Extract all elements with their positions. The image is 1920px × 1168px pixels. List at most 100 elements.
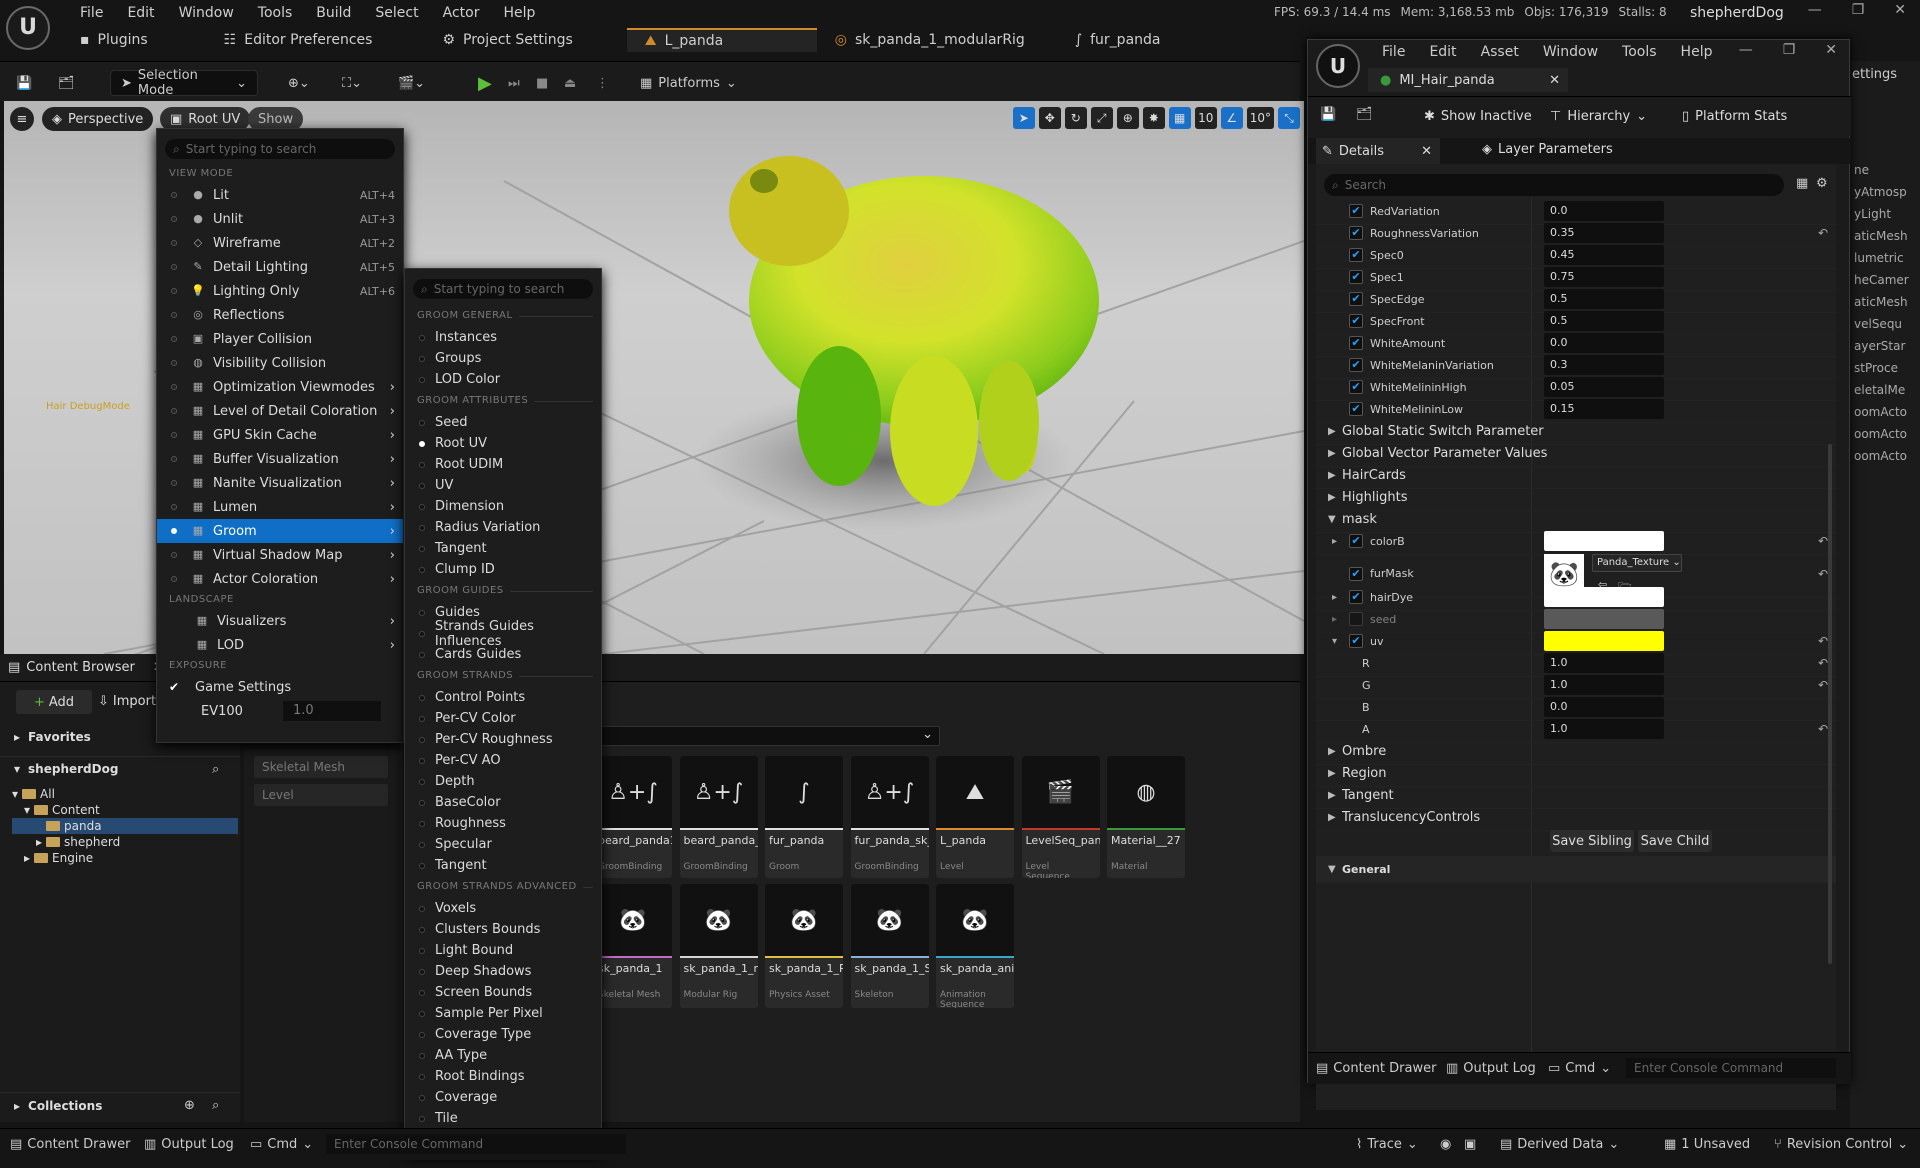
reset-icon[interactable]: ↶	[1818, 534, 1828, 548]
chevron-right-icon[interactable]: ▸	[1332, 592, 1337, 603]
outliner-row-partial[interactable]: stProce	[1854, 361, 1909, 383]
tab-fur-panda[interactable]: ∫ fur_panda	[1057, 28, 1179, 52]
unreal-logo-icon[interactable]: U	[6, 6, 50, 50]
play-icon[interactable]: ▶	[478, 70, 492, 96]
reset-icon[interactable]: ↶	[1818, 226, 1828, 240]
groom-item-root-udim[interactable]: Root UDIM	[405, 454, 601, 475]
groom-item-sample-per-pixel[interactable]: Sample Per Pixel	[405, 1003, 601, 1024]
asset-tile[interactable]: 🐼 sk_panda_1 Skeletal Mesh	[594, 884, 672, 1008]
groom-item-strands-guides-influences[interactable]: Strands Guides Influences	[405, 619, 601, 649]
param-value-input[interactable]: 0.0	[1544, 333, 1664, 353]
groom-item-tangent[interactable]: Tangent	[405, 855, 601, 876]
menu-select[interactable]: Select	[363, 3, 430, 23]
path-dropdown[interactable]: ⌄	[600, 726, 940, 746]
checkbox-checked-icon[interactable]: ✔	[1349, 336, 1363, 350]
menu-item-detail-lighting[interactable]: ✎ Detail Lighting ALT+5	[157, 255, 403, 279]
param-value-input[interactable]: 0.5	[1544, 289, 1664, 309]
favorites-section[interactable]: ▸ Favorites	[14, 730, 91, 744]
outliner-row-partial[interactable]: yLight	[1854, 207, 1909, 229]
menu-item-visualizers[interactable]: ▦ Visualizers ›	[157, 609, 403, 633]
menu-item-player-collision[interactable]: ▣ Player Collision	[157, 327, 403, 351]
groom-item-clump-id[interactable]: Clump ID	[405, 559, 601, 580]
asset-tile[interactable]: 🐼 sk_panda_1_Skeleton Skeleton	[850, 884, 929, 1008]
minimize-icon[interactable]: —	[1808, 2, 1822, 18]
reset-icon[interactable]: ↶	[1818, 634, 1828, 648]
asset-tile[interactable]: ⛰ L_panda Level	[936, 756, 1014, 878]
groom-item-per-cv-roughness[interactable]: Per-CV Roughness	[405, 729, 601, 750]
collections-section[interactable]: ▸ Collections	[14, 1099, 102, 1113]
reset-icon[interactable]: ↶	[1818, 678, 1828, 692]
console-input[interactable]: Enter Console Command	[1626, 1058, 1836, 1078]
asset-tile[interactable]: ∫ fur_panda Groom	[765, 756, 843, 878]
menu-tools[interactable]: Tools	[246, 3, 305, 23]
asset-tile[interactable]: 🎬 LevelSeq_panda Level Sequence	[1021, 756, 1100, 878]
groom-search[interactable]: ⌕ Start typing to search	[413, 279, 593, 299]
grid-snap-icon[interactable]: ▦	[1168, 107, 1191, 129]
tab-l-panda[interactable]: ⛰ L_panda	[626, 28, 817, 52]
menu-item-lod[interactable]: ▦ LOD ›	[157, 633, 403, 657]
menu-item-optimization-viewmodes[interactable]: ▦ Optimization Viewmodes ›	[157, 375, 403, 399]
rotation-snap-value[interactable]: 10°	[1246, 107, 1274, 129]
unsaved-button[interactable]: ▦ 1 Unsaved	[1664, 1137, 1750, 1152]
viewport-menu-icon[interactable]: ≡	[10, 107, 34, 131]
menu-item-lighting-only[interactable]: 💡 Lighting Only ALT+6	[157, 279, 403, 303]
platform-stats-button[interactable]: ▯ Platform Stats	[1682, 109, 1787, 124]
groom-item-lod-color[interactable]: LOD Color	[405, 369, 601, 390]
close-tab-icon[interactable]: ✕	[1421, 144, 1432, 159]
checkbox-checked-icon[interactable]: ✔	[1349, 634, 1363, 648]
rotation-snap-icon[interactable]: ∠	[1220, 107, 1243, 129]
outliner-row-partial[interactable]: ne	[1854, 163, 1909, 185]
param-value-input[interactable]: 0.3	[1544, 355, 1664, 375]
save-icon[interactable]: 💾	[1320, 107, 1336, 122]
outliner-row-partial[interactable]: velSequ	[1854, 317, 1909, 339]
checkbox-checked-icon[interactable]: ✔	[1349, 358, 1363, 372]
menu-item-buffer-visualization[interactable]: ▦ Buffer Visualization ›	[157, 447, 403, 471]
tree-item-engine[interactable]: ▸ Engine	[12, 850, 238, 866]
output-log-button[interactable]: ▥ Output Log	[1446, 1061, 1536, 1076]
grid-snap-value[interactable]: 10	[1194, 107, 1217, 129]
checkbox-checked-icon[interactable]: ✔	[1349, 292, 1363, 306]
show-inactive-button[interactable]: ✱ Show Inactive	[1424, 109, 1532, 124]
menu-tools[interactable]: Tools	[1610, 42, 1669, 62]
checkbox-checked-icon[interactable]: ✔	[1349, 270, 1363, 284]
perspective-button[interactable]: ◈ Perspective	[42, 107, 154, 131]
menu-edit[interactable]: Edit	[115, 3, 166, 23]
menu-item-lumen[interactable]: ▦ Lumen ›	[157, 495, 403, 519]
tree-item-shepherd[interactable]: ▸ shepherd	[12, 834, 238, 850]
tab-editor-preferences[interactable]: ☷ Editor Preferences	[206, 28, 391, 52]
groom-item-dimension[interactable]: Dimension	[405, 496, 601, 517]
outliner-row-partial[interactable]: oomActo	[1854, 427, 1909, 449]
world-space-icon[interactable]: ⊕	[1116, 107, 1139, 129]
details-search[interactable]: ⌕ Search	[1324, 174, 1784, 196]
chevron-down-icon[interactable]: ▾	[1332, 636, 1337, 647]
save-icon[interactable]: 💾	[16, 70, 32, 96]
eject-icon[interactable]: ⏏	[564, 70, 576, 96]
groom-item-instances[interactable]: Instances	[405, 327, 601, 348]
reset-icon[interactable]: ↶	[1818, 656, 1828, 670]
translate-tool-icon[interactable]: ✥	[1038, 107, 1061, 129]
output-log-button[interactable]: ▥ Output Log	[144, 1137, 234, 1152]
revision-control-button[interactable]: ⑂ Revision Control ⌄	[1774, 1137, 1908, 1152]
param-value-input[interactable]: 0.05	[1544, 377, 1664, 397]
groom-item-root-uv[interactable]: Root UV	[405, 433, 601, 454]
rotate-tool-icon[interactable]: ↻	[1064, 107, 1087, 129]
content-browser-tab[interactable]: ▤Content Browser✕	[8, 660, 164, 675]
menu-item-nanite-visualization[interactable]: ▦ Nanite Visualization ›	[157, 471, 403, 495]
chevron-right-icon[interactable]: ▸	[1332, 536, 1337, 547]
restore-icon[interactable]: ❐	[1783, 42, 1796, 58]
menu-file[interactable]: File	[68, 3, 115, 23]
checkbox-checked-icon[interactable]: ✔	[1349, 402, 1363, 416]
groom-item-control-points[interactable]: Control Points	[405, 687, 601, 708]
reset-icon[interactable]: ↶	[1818, 567, 1828, 581]
search-icon[interactable]: ⌕	[212, 1098, 219, 1113]
groom-item-voxels[interactable]: Voxels	[405, 898, 601, 919]
ev100-input[interactable]: 1.0	[283, 701, 381, 721]
menu-edit[interactable]: Edit	[1417, 42, 1468, 62]
groom-item-specular[interactable]: Specular	[405, 834, 601, 855]
trace-button[interactable]: ⌇ Trace ⌄	[1356, 1137, 1418, 1152]
asset-tile[interactable]: 🐼 sk_panda_1_modularRig Modular Rig	[679, 884, 758, 1008]
close-icon[interactable]: ✕	[1894, 2, 1906, 18]
color-swatch[interactable]	[1544, 609, 1664, 629]
groom-item-tile[interactable]: Tile	[405, 1108, 601, 1129]
param-value-input[interactable]: 0.35	[1544, 223, 1664, 243]
